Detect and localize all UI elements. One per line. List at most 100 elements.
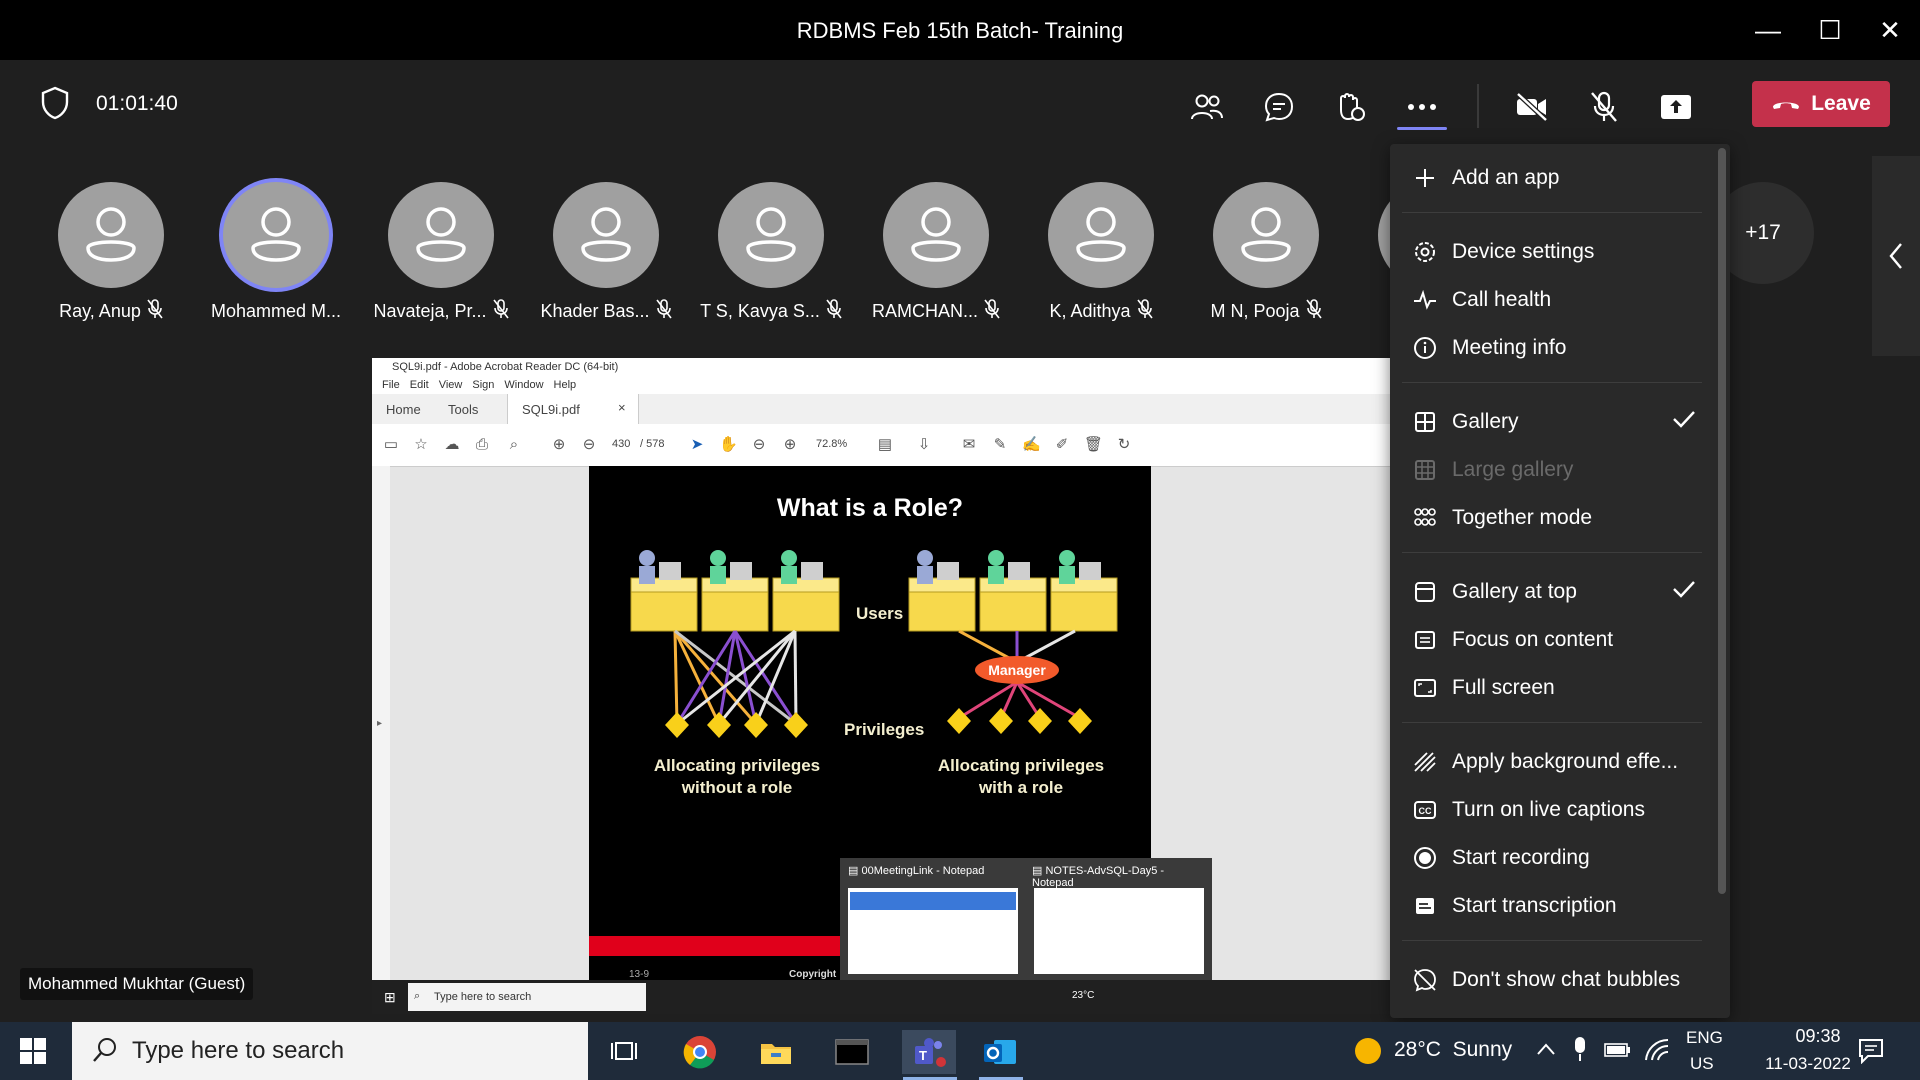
microphone-icon[interactable] <box>1572 1036 1588 1067</box>
zoom-out-search-icon[interactable]: ⌕ <box>505 436 523 454</box>
select-cursor-icon[interactable]: ➤ <box>688 436 706 454</box>
tab-document-label: SQL9i.pdf <box>522 402 580 417</box>
menu-live-captions[interactable]: CC Turn on live captions <box>1390 788 1710 832</box>
participant-avatar[interactable] <box>718 182 824 288</box>
notifications-icon[interactable] <box>1858 1038 1884 1069</box>
chat-icon[interactable] <box>1257 85 1301 129</box>
menu-dont-show-chat-bubbles[interactable]: Don't show chat bubbles <box>1390 958 1710 1002</box>
menu-gallery[interactable]: Gallery <box>1390 400 1710 444</box>
thumbnail-right-title[interactable]: ▤ NOTES-AdvSQL-Day5 - Notepad <box>1032 864 1208 889</box>
person-icon <box>911 207 961 262</box>
terminal-icon[interactable] <box>830 1030 874 1074</box>
large-gallery-icon <box>1412 457 1438 483</box>
menu-large-gallery[interactable]: Large gallery <box>1390 448 1710 492</box>
hand-tool-icon[interactable]: ✋ <box>719 436 738 454</box>
tab-home[interactable]: Home <box>386 402 421 417</box>
language-line-2[interactable]: US <box>1690 1054 1714 1074</box>
scroll-mode-icon[interactable]: ⇩ <box>915 436 933 454</box>
thumbnail-left-title[interactable]: ▤ 00MeetingLink - Notepad <box>848 864 1018 877</box>
participant-avatar[interactable] <box>553 182 659 288</box>
language-line-1[interactable]: ENG <box>1686 1028 1723 1048</box>
zoom-out-icon[interactable]: ⊖ <box>750 436 768 454</box>
windows-start-icon[interactable] <box>20 1038 46 1069</box>
fit-page-icon[interactable]: ▤ <box>876 436 894 454</box>
menu-scrollbar[interactable] <box>1718 148 1726 894</box>
acrobat-menu-item[interactable]: Edit <box>410 379 429 391</box>
menu-call-health[interactable]: Call health <box>1390 278 1710 322</box>
participant-avatar[interactable] <box>388 182 494 288</box>
camera-off-icon[interactable] <box>1510 85 1554 129</box>
menu-full-screen[interactable]: Full screen <box>1390 666 1710 710</box>
weather-text[interactable]: 28°C Sunny <box>1394 1038 1512 1062</box>
highlight-icon[interactable]: ✎ <box>991 436 1009 454</box>
more-options-icon[interactable] <box>1400 85 1444 129</box>
expand-panel-icon[interactable]: ▸ <box>377 718 382 729</box>
acrobat-menu-item[interactable]: View <box>439 379 463 391</box>
bookmark-star-icon[interactable]: ☆ <box>412 436 430 454</box>
taskbar-search-box[interactable]: Type here to search <box>72 1022 588 1080</box>
menu-divider <box>1402 382 1702 383</box>
page-down-icon[interactable]: ⊖ <box>580 436 598 454</box>
acrobat-menu-item[interactable]: File <box>382 379 400 391</box>
menu-meeting-info[interactable]: Meeting info <box>1390 326 1710 370</box>
menu-device-settings[interactable]: Device settings <box>1390 230 1710 274</box>
acrobat-menu-item[interactable]: Window <box>504 379 543 391</box>
sign-icon[interactable]: ✍ <box>1022 436 1041 454</box>
participant-avatar[interactable] <box>58 182 164 288</box>
outlook-icon[interactable] <box>978 1030 1022 1074</box>
menu-focus-on-content[interactable]: Focus on content <box>1390 618 1710 662</box>
chevron-up-icon[interactable] <box>1536 1040 1556 1063</box>
menu-start-transcription[interactable]: Start transcription <box>1390 884 1710 928</box>
upload-icon[interactable]: ☁ <box>443 436 461 454</box>
comment-icon[interactable]: ✉ <box>960 436 978 454</box>
battery-icon[interactable] <box>1604 1041 1632 1064</box>
participant-name-label: Ray, Anup <box>59 298 163 324</box>
zoom-level[interactable]: 72.8% <box>816 438 847 450</box>
participants-icon[interactable] <box>1185 85 1229 129</box>
acrobat-menu-item[interactable]: Sign <box>472 379 494 391</box>
person-icon <box>581 207 631 262</box>
share-screen-icon[interactable] <box>1654 85 1698 129</box>
collapse-panel-button[interactable] <box>1872 156 1920 356</box>
tab-close-icon[interactable]: × <box>618 400 626 415</box>
menu-apply-background[interactable]: Apply background effe... <box>1390 740 1710 784</box>
reactions-icon[interactable] <box>1328 85 1372 129</box>
save-icon[interactable]: ▭ <box>382 436 400 454</box>
page-up-icon[interactable]: ⊕ <box>550 436 568 454</box>
teams-icon[interactable]: T <box>902 1030 956 1074</box>
shield-icon[interactable] <box>40 86 70 125</box>
delete-icon[interactable]: 🗑 <box>1084 436 1103 454</box>
participant-avatar[interactable] <box>1213 182 1319 288</box>
chrome-icon[interactable] <box>678 1030 722 1074</box>
minimize-button[interactable]: — <box>1748 10 1788 50</box>
leave-button[interactable]: Leave <box>1752 81 1890 127</box>
task-view-icon[interactable] <box>602 1030 646 1074</box>
zoom-in-icon[interactable]: ⊕ <box>781 436 799 454</box>
wifi-icon[interactable] <box>1644 1038 1670 1067</box>
menu-add-app[interactable]: Add an app <box>1390 156 1710 200</box>
acrobat-left-panel[interactable]: ▸ <box>372 466 390 1014</box>
rotate-icon[interactable]: ↻ <box>1115 436 1133 454</box>
page-current[interactable]: 430 <box>612 438 630 450</box>
weather-sun-icon[interactable] <box>1354 1037 1382 1070</box>
maximize-button[interactable]: ☐ <box>1810 10 1850 50</box>
close-button[interactable]: ✕ <box>1870 10 1910 50</box>
mic-off-icon[interactable] <box>1582 85 1626 129</box>
participant-avatar[interactable] <box>1048 182 1154 288</box>
right-caption-line2: with a role <box>978 778 1064 797</box>
print-icon[interactable]: ⎙ <box>473 436 491 454</box>
tab-document[interactable]: SQL9i.pdf × <box>507 394 639 424</box>
menu-start-recording[interactable]: Start recording <box>1390 836 1710 880</box>
stamp-icon[interactable]: ✐ <box>1053 436 1071 454</box>
title-bar: RDBMS Feb 15th Batch- Training — ☐ ✕ <box>0 0 1920 60</box>
participant-avatar[interactable] <box>883 182 989 288</box>
menu-together-mode[interactable]: Together mode <box>1390 496 1710 540</box>
file-explorer-icon[interactable] <box>754 1030 798 1074</box>
thumbnail-left-preview[interactable] <box>848 888 1018 974</box>
menu-gallery-at-top[interactable]: Gallery at top <box>1390 570 1710 614</box>
thumbnail-right-preview[interactable] <box>1034 888 1204 974</box>
participant-avatar[interactable] <box>223 182 329 288</box>
menu-divider <box>1402 552 1702 553</box>
acrobat-menu-item[interactable]: Help <box>554 379 577 391</box>
tab-tools[interactable]: Tools <box>448 402 478 417</box>
